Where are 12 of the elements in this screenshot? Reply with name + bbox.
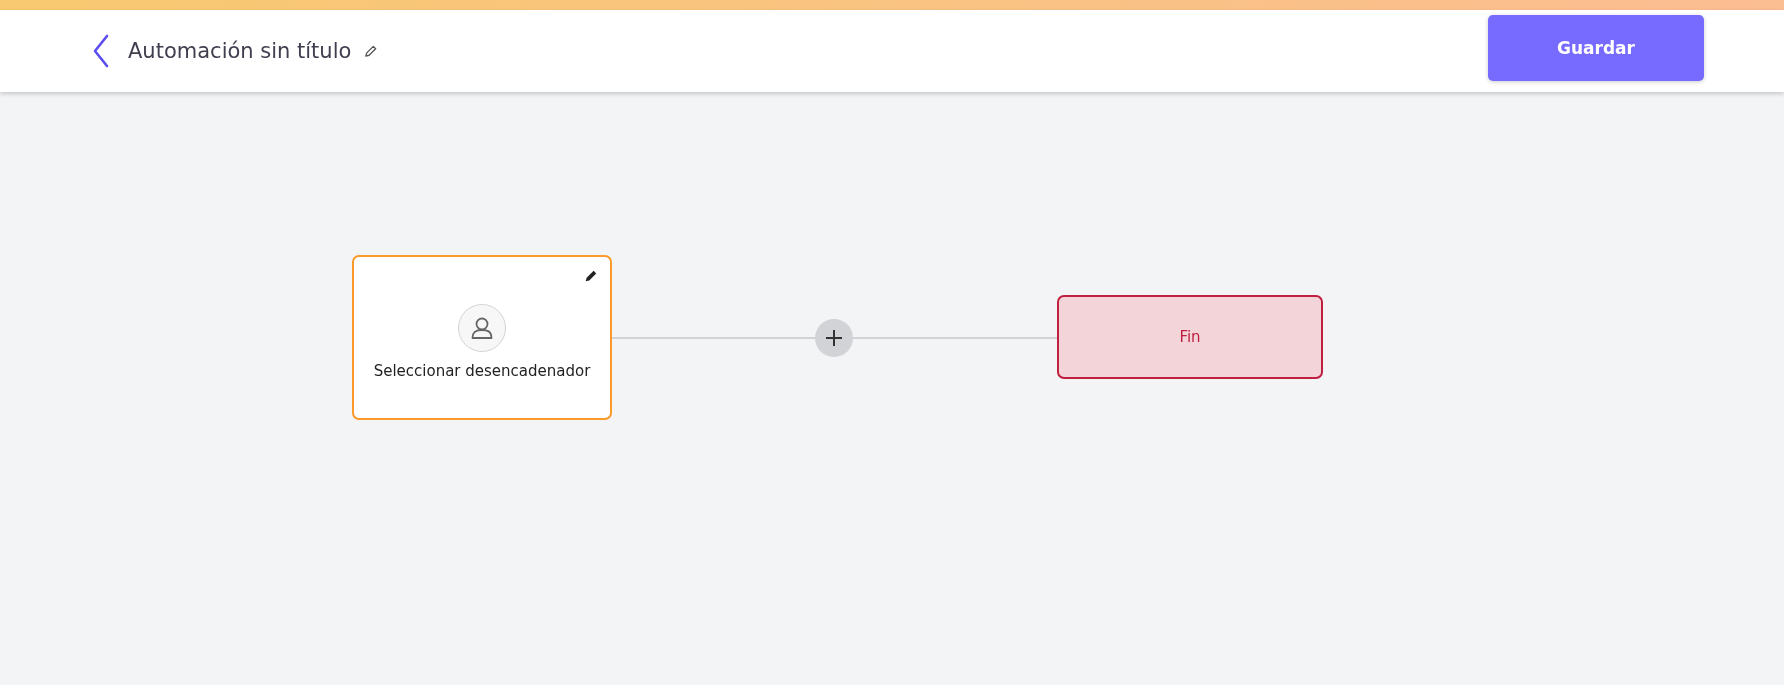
node-label: Seleccionar desencadenador <box>373 361 591 380</box>
flow-node[interactable]: Seleccionar desencadenador <box>352 255 612 420</box>
automation-title: Automación sin título <box>128 39 352 63</box>
save-button[interactable]: Guardar <box>1488 15 1704 81</box>
flow-node[interactable]: Fin <box>1057 295 1323 379</box>
edit-icon[interactable] <box>584 269 598 283</box>
node-label: Fin <box>1179 328 1201 346</box>
edit-icon[interactable] <box>363 43 379 59</box>
plus-icon <box>824 328 844 348</box>
user-icon <box>458 303 506 352</box>
add-step-button[interactable] <box>815 319 853 357</box>
back-icon[interactable] <box>92 34 110 68</box>
